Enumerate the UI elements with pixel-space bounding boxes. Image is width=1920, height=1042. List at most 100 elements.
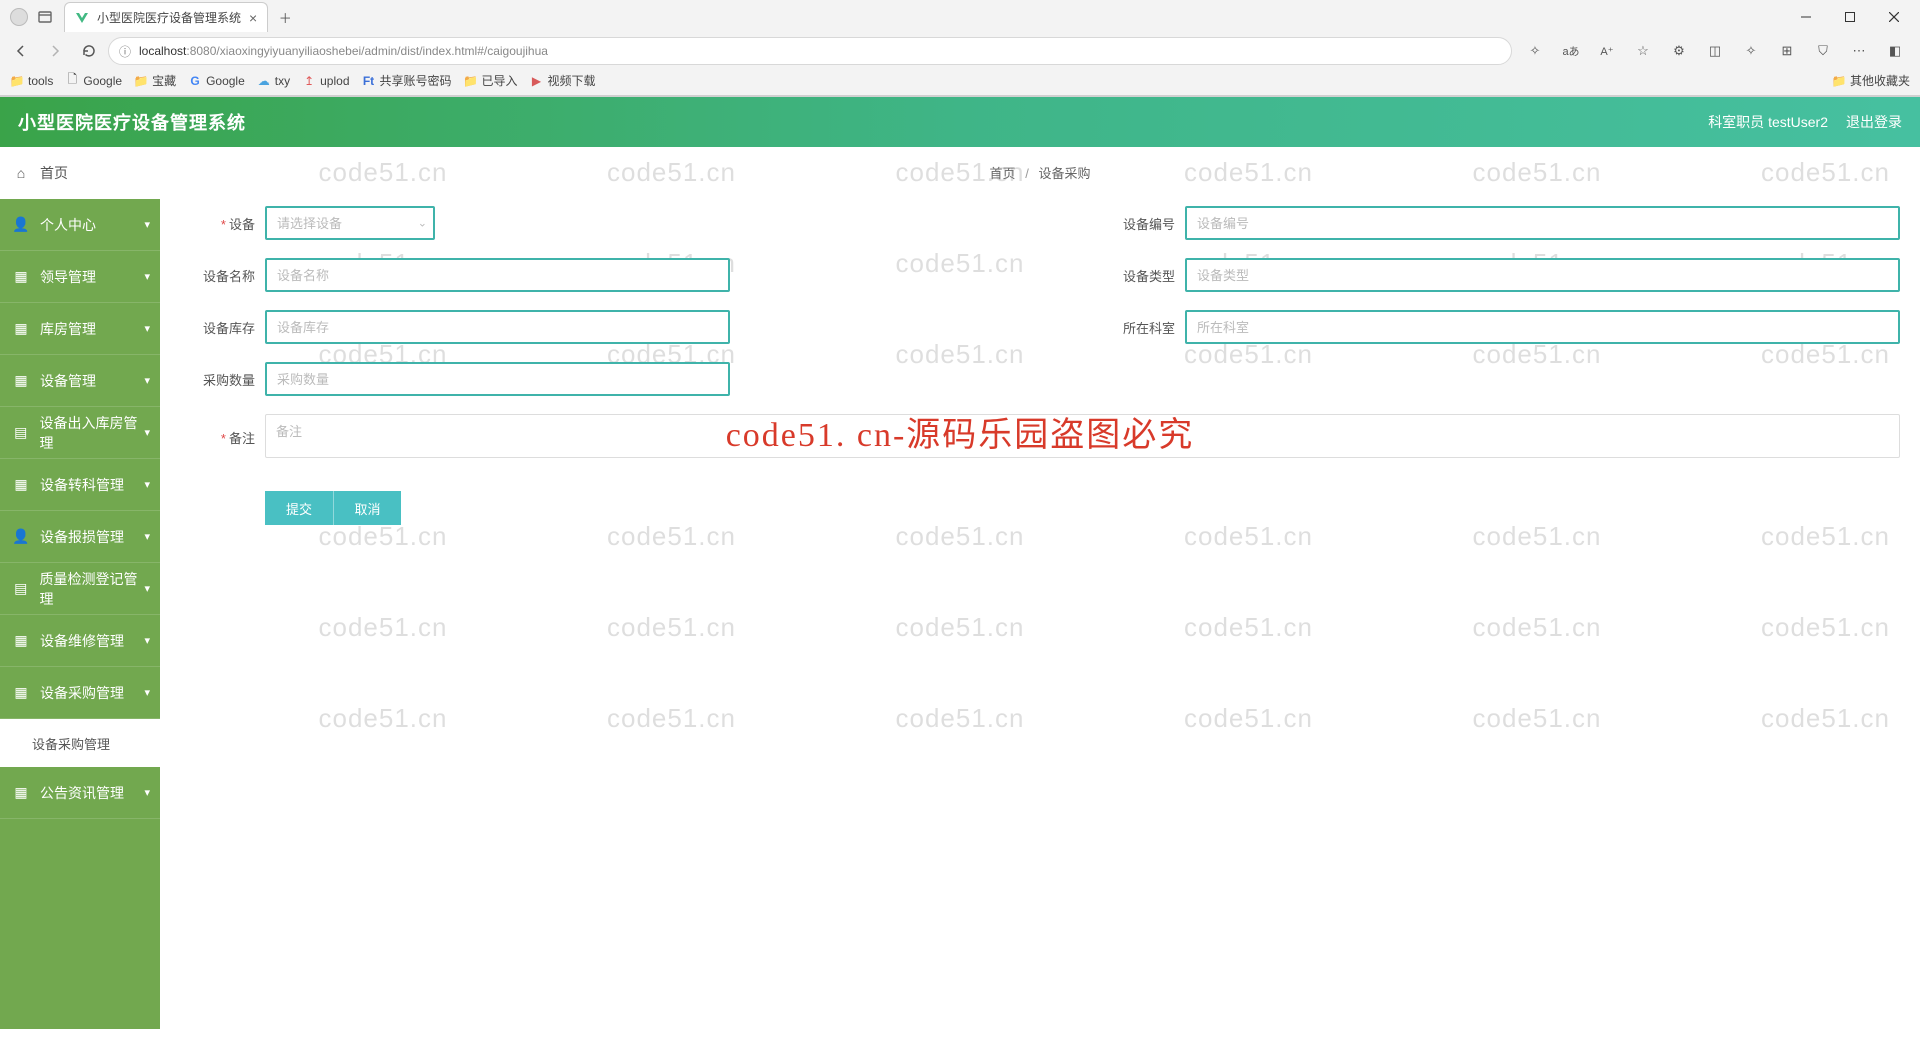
address-bar[interactable]: ⓘ localhost:8080/xiaoxingyiyuanyiliaoshe…	[108, 37, 1512, 65]
favorite-icon[interactable]: ☆	[1628, 36, 1658, 66]
chevron-down-icon: ▾	[144, 530, 150, 543]
collections-icon[interactable]: ✧	[1736, 36, 1766, 66]
sidebar-item-label: 库房管理	[40, 319, 96, 339]
label-purchase-qty: 采购数量	[180, 370, 255, 389]
window-close-icon[interactable]	[1872, 0, 1916, 34]
sidebar-item-device-transfer[interactable]: ▦设备转科管理▾	[0, 459, 160, 511]
sidebar-item-announcement[interactable]: ▦公告资讯管理▾	[0, 767, 160, 819]
new-tab-icon[interactable]: ＋	[274, 6, 296, 28]
chevron-down-icon: ▾	[144, 634, 150, 647]
breadcrumb-current: 设备采购	[1038, 166, 1090, 181]
device-number-input[interactable]	[1185, 206, 1900, 240]
bookmark-item[interactable]: 📁宝藏	[134, 72, 176, 89]
main-content: 首页 / 设备采购 *设备 请选择设备 ⌄ 设备编号 设备名称	[160, 147, 1920, 1029]
forward-icon	[40, 36, 70, 66]
bookmark-item[interactable]: Ft共享账号密码	[362, 72, 452, 89]
remark-textarea[interactable]	[265, 414, 1900, 458]
maximize-icon[interactable]	[1828, 0, 1872, 34]
bookmark-item[interactable]: ☁txy	[257, 74, 290, 88]
text-size-icon[interactable]: A⁺	[1592, 36, 1622, 66]
more-icon[interactable]: ⋯	[1844, 36, 1874, 66]
device-type-input[interactable]	[1185, 258, 1900, 292]
sidebar-item-device-inout[interactable]: ▤设备出入库房管理▾	[0, 407, 160, 459]
device-stock-input[interactable]	[265, 310, 730, 344]
cancel-button[interactable]: 取消	[333, 491, 401, 525]
sidebar: ⌂ 首页 👤个人中心▾ ▦ 领导管理 ▾ ▦ 库房管理 ▾ ▦ 设备管理 ▾ ▤设备出入库房管…	[0, 147, 160, 1029]
sidebar-item-label: 公告资讯管理	[40, 783, 124, 803]
chevron-down-icon: ▾	[144, 686, 150, 699]
bookmarks-bar: 📁tools 🗋Google 📁宝藏 GGoogle ☁txy ↥uplod F…	[0, 68, 1920, 96]
logout-link[interactable]: 退出登录	[1846, 112, 1902, 132]
url-host: localhost:8080/xiaoxingyiyuanyiliaoshebe…	[139, 44, 548, 58]
grid-icon: ▦	[12, 268, 30, 285]
sidebar-subitem-purchase-mgmt[interactable]: 设备采购管理	[0, 719, 160, 767]
workspaces-icon[interactable]	[34, 6, 56, 28]
extensions-icon[interactable]: ⊞	[1772, 36, 1802, 66]
vue-favicon-icon	[75, 11, 89, 25]
breadcrumb-home[interactable]: 首页	[990, 166, 1016, 181]
user-icon: 👤	[12, 216, 30, 233]
sidebar-item-warehouse[interactable]: ▦ 库房管理 ▾	[0, 303, 160, 355]
other-bookmarks[interactable]: 📁其他收藏夹	[1832, 72, 1910, 89]
bookmark-item[interactable]: ▶视频下载	[530, 72, 596, 89]
app-title: 小型医院医疗设备管理系统	[18, 109, 246, 135]
bookmark-item[interactable]: GGoogle	[188, 74, 245, 88]
app-header: 小型医院医疗设备管理系统 科室职员 testUser2 退出登录	[0, 97, 1920, 147]
home-icon: ⌂	[12, 165, 30, 181]
label-department: 所在科室	[1100, 318, 1175, 337]
sidebar-item-label: 首页	[40, 163, 68, 183]
sidebar-item-quality[interactable]: ▤ 质量检测登记管理▾	[0, 563, 160, 615]
department-input[interactable]	[1185, 310, 1900, 344]
browser-tab[interactable]: 小型医院医疗设备管理系统 ×	[64, 2, 268, 32]
bookmark-item[interactable]: 📁已导入	[464, 72, 518, 89]
submit-button[interactable]: 提交	[265, 491, 333, 525]
list-icon: ▤	[12, 424, 29, 441]
user-info: 科室职员 testUser2	[1708, 112, 1828, 132]
breadcrumb: 首页 / 设备采购	[180, 163, 1900, 182]
list-icon: ▤	[12, 580, 29, 597]
chevron-down-icon: ▾	[144, 322, 150, 335]
sidebar-item-profile[interactable]: 👤个人中心▾	[0, 199, 160, 251]
grid-icon: ▦	[12, 784, 30, 801]
bookmark-item[interactable]: 🗋Google	[65, 74, 122, 88]
sidebar-item-label: 设备采购管理	[32, 734, 110, 753]
sidebar-item-label: 领导管理	[40, 267, 96, 287]
bookmark-item[interactable]: ↥uplod	[302, 74, 349, 88]
read-aloud-icon[interactable]: aあ	[1556, 36, 1586, 66]
purchase-qty-input[interactable]	[265, 362, 730, 396]
sidebar-item-device-damage[interactable]: 👤设备报损管理▾	[0, 511, 160, 563]
profile-avatar-icon[interactable]	[10, 8, 28, 26]
refresh-icon[interactable]	[74, 36, 104, 66]
sidebar-item-home[interactable]: ⌂ 首页	[0, 147, 160, 199]
grid-icon: ▦	[12, 476, 30, 493]
label-device-number: 设备编号	[1100, 214, 1175, 233]
label-remark: *备注	[180, 428, 255, 447]
bookmark-item[interactable]: 📁tools	[10, 74, 53, 88]
gear-icon[interactable]: ⚙	[1664, 36, 1694, 66]
user-icon: 👤	[12, 528, 30, 545]
tab-close-icon[interactable]: ×	[249, 10, 257, 26]
chevron-down-icon: ▾	[144, 582, 150, 595]
shield-icon[interactable]: ⛉	[1808, 36, 1838, 66]
grid-icon: ▦	[12, 632, 30, 649]
sidebar-item-purchase[interactable]: ▦设备采购管理▾	[0, 667, 160, 719]
grid-icon: ▦	[12, 320, 30, 337]
device-select[interactable]: 请选择设备	[265, 206, 435, 240]
chevron-down-icon: ▾	[144, 478, 150, 491]
chevron-down-icon: ▾	[144, 426, 150, 439]
sidebar-item-label: 设备管理	[40, 371, 96, 391]
browser-chrome: 小型医院医疗设备管理系统 × ＋ ⓘ localhost:8080/xiaoxi…	[0, 0, 1920, 97]
copilot-icon[interactable]: ◧	[1880, 36, 1910, 66]
label-device: *设备	[180, 214, 255, 233]
sidebar-toggle-icon[interactable]: ◫	[1700, 36, 1730, 66]
sidebar-item-device[interactable]: ▦设备管理▾	[0, 355, 160, 407]
back-icon[interactable]	[6, 36, 36, 66]
sidebar-item-leader[interactable]: ▦领导管理▾	[0, 251, 160, 303]
minimize-icon[interactable]	[1784, 0, 1828, 34]
wand-icon[interactable]: ✧	[1520, 36, 1550, 66]
sidebar-item-label: 质量检测登记管理	[39, 569, 148, 609]
device-name-input[interactable]	[265, 258, 730, 292]
info-icon: ⓘ	[117, 43, 133, 59]
chevron-down-icon: ▾	[144, 374, 150, 387]
sidebar-item-repair[interactable]: ▦设备维修管理▾	[0, 615, 160, 667]
